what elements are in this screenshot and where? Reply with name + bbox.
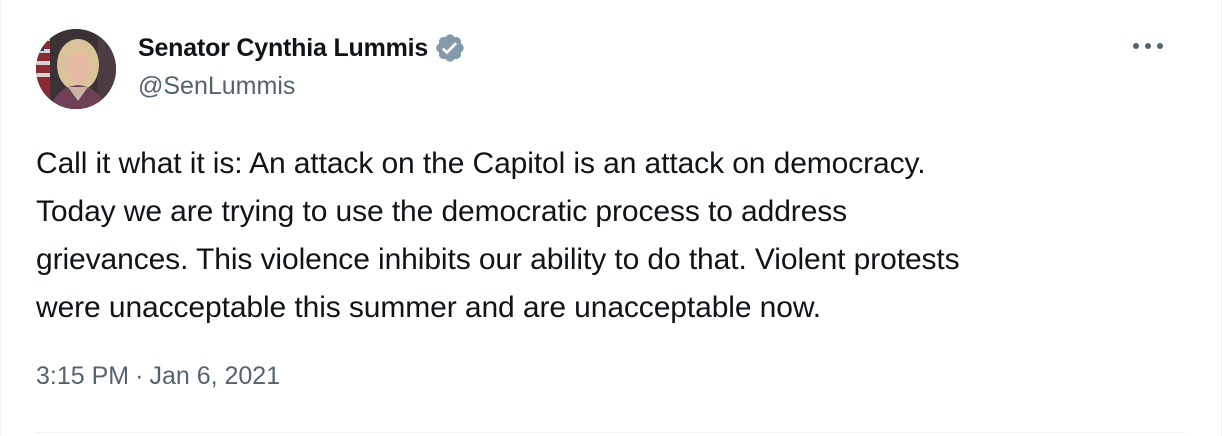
meta-separator: · — [135, 362, 144, 390]
tweet-date[interactable]: Jan 6, 2021 — [149, 362, 280, 391]
tweet-card: Senator Cynthia Lummis @SenLummis Call i… — [0, 0, 1222, 436]
tweet-text-line: Today we are trying to use the democrati… — [36, 195, 848, 228]
tweet-text: Call it what it is: An attack on the Cap… — [36, 140, 1176, 332]
verified-badge-icon[interactable] — [434, 32, 466, 64]
tweet-timestamp[interactable]: 3:15 PM · Jan 6, 2021 — [36, 362, 280, 391]
tweet-text-line: were unacceptable this summer and are un… — [36, 291, 821, 324]
author-handle[interactable]: @SenLummis — [138, 72, 295, 101]
display-name[interactable]: Senator Cynthia Lummis — [138, 34, 428, 63]
tweet-text-line: Call it what it is: An attack on the Cap… — [36, 147, 926, 180]
author-name-row[interactable]: Senator Cynthia Lummis — [138, 30, 466, 66]
tweet-time[interactable]: 3:15 PM — [36, 362, 129, 391]
tweet-text-line: grievances. This violence inhibits our a… — [36, 243, 960, 276]
avatar-image — [36, 29, 116, 109]
divider — [36, 432, 1186, 433]
more-options-icon[interactable] — [1128, 34, 1168, 58]
avatar[interactable] — [36, 29, 116, 109]
